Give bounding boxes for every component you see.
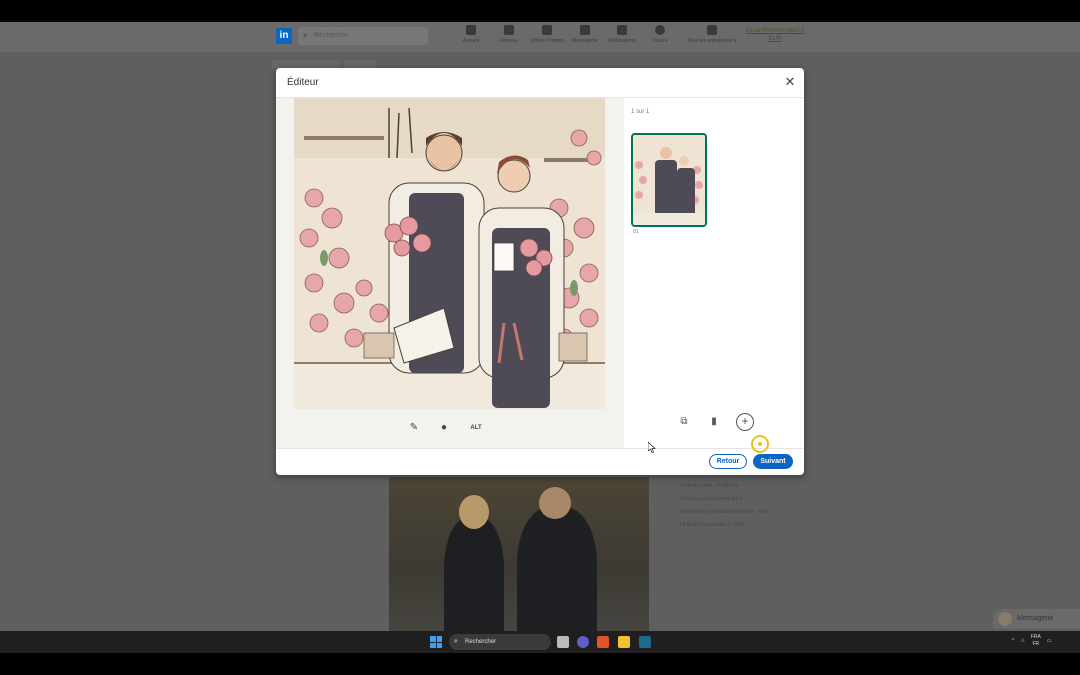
person-figure [444, 517, 504, 631]
media-actions: ⧉ ▮ + [676, 413, 754, 431]
monitor-icon[interactable]: ▭ [1047, 638, 1052, 645]
language-indicator[interactable]: FRA FR [1031, 634, 1041, 648]
nav-business[interactable]: Pour les entreprises ▾ [688, 25, 736, 44]
search-icon: ⌕ [454, 638, 458, 645]
feed-post-image[interactable] [389, 477, 649, 631]
mouse-cursor-icon [648, 442, 656, 453]
linkedin-logo[interactable]: in [276, 28, 292, 44]
task-view-icon[interactable] [557, 636, 569, 648]
nav-messaging[interactable]: Messagerie [565, 25, 605, 44]
search-icon: ⌕ [303, 31, 308, 40]
alt-text-button[interactable]: ALT [466, 420, 486, 436]
search-placeholder: Recherche [314, 32, 348, 39]
avatar [998, 612, 1012, 626]
screen: in ⌕ Recherche Accueil Réseau Offres d'e… [0, 0, 1080, 675]
divider [276, 448, 804, 449]
editor-modal: Éditeur ✕ ✎ ● ALT 1 sur 1 01 ⧉ ▮ + Retou… [276, 68, 804, 475]
duplicate-icon[interactable]: ⧉ [676, 414, 692, 430]
media-counter: 1 sur 1 [631, 109, 650, 115]
linkedin-header: in ⌕ Recherche Accueil Réseau Offres d'e… [0, 22, 1080, 52]
taskbar-search-input[interactable]: ⌕ Rechercher [449, 634, 551, 650]
network-icon [504, 25, 514, 35]
close-icon[interactable]: ✕ [782, 74, 798, 90]
messaging-icon [580, 25, 590, 35]
media-list-pane: 1 sur 1 01 ⧉ ▮ + [624, 98, 804, 448]
thumbnail-number: 01 [633, 229, 639, 235]
bell-icon [617, 25, 627, 35]
linkedin-footer: Publicités Aide · Publicités Solutions p… [680, 483, 769, 528]
chevron-up-icon[interactable]: ^ [1012, 638, 1014, 645]
grid-icon [707, 25, 717, 35]
alert-icon[interactable]: ⚠ [1020, 638, 1024, 645]
add-media-icon[interactable]: + [736, 413, 754, 431]
taskbar: ⌕ Rechercher ^ ⚠ FRA FR ▭ [0, 631, 1080, 653]
tag-person-icon[interactable]: ● [436, 420, 452, 436]
back-button[interactable]: Retour [709, 454, 747, 469]
background-card [272, 60, 340, 68]
media-thumbnail[interactable] [631, 133, 707, 227]
edit-pencil-icon[interactable]: ✎ [406, 420, 422, 436]
click-highlight-icon [751, 435, 769, 453]
file-explorer-icon[interactable] [618, 636, 630, 648]
nav-me[interactable]: Vous ▾ [640, 25, 680, 44]
background-card [344, 60, 376, 68]
next-button[interactable]: Suivant [753, 454, 793, 469]
jobs-icon [542, 25, 552, 35]
nav-network[interactable]: Réseau [489, 25, 529, 44]
windows-start-icon[interactable] [430, 636, 442, 648]
home-icon [466, 25, 476, 35]
thumbnail-image [633, 135, 705, 225]
nav-notifications[interactable]: Notifications [602, 25, 642, 44]
avatar-icon [655, 25, 665, 35]
florist-illustration [294, 98, 605, 409]
nav-jobs[interactable]: Offres d'emploi [527, 25, 567, 44]
edit-tools: ✎ ● ALT [406, 420, 486, 436]
trash-icon[interactable]: ▮ [706, 414, 722, 430]
person-figure [517, 507, 597, 631]
modal-title: Éditeur [287, 77, 319, 88]
brave-browser-icon[interactable] [597, 636, 609, 648]
premium-link[interactable]: Essai Premium pour 0 EUR [745, 27, 805, 43]
nav-home[interactable]: Accueil [451, 25, 491, 44]
messaging-pill[interactable]: Messagerie [993, 609, 1080, 629]
linkedin-search-input[interactable]: ⌕ Recherche [298, 27, 428, 45]
image-preview-pane: ✎ ● ALT [276, 98, 624, 448]
person-head [539, 487, 571, 519]
app-icon[interactable] [639, 636, 651, 648]
image-preview [294, 98, 605, 409]
system-tray: ^ ⚠ FRA FR ▭ [1012, 634, 1052, 648]
person-head [459, 495, 489, 529]
teams-icon[interactable] [577, 636, 589, 648]
